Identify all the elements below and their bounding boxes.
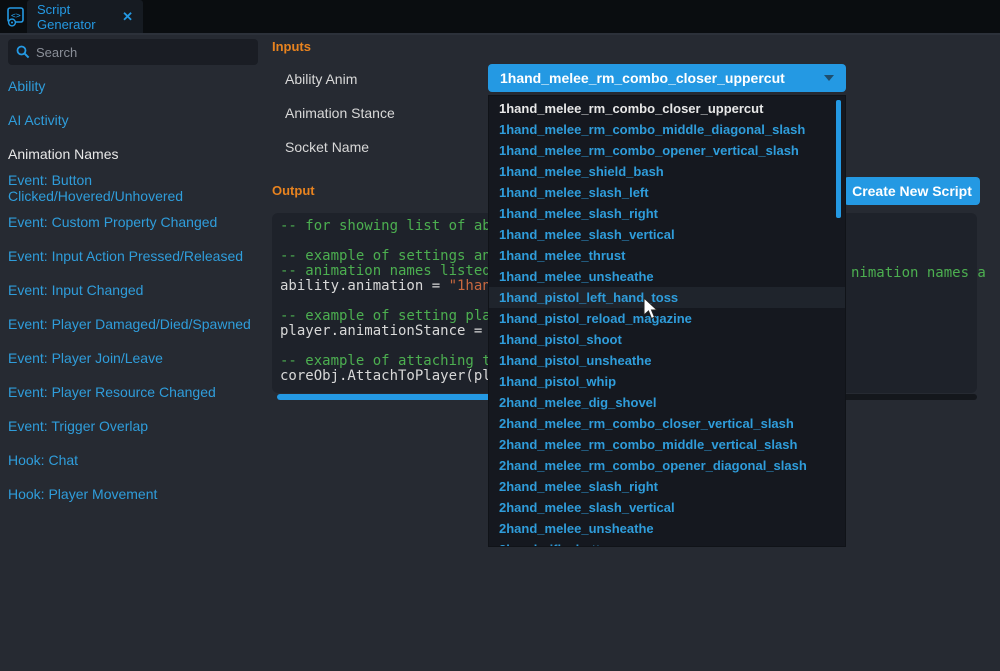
dropdown-option[interactable]: 2hand_melee_rm_combo_middle_vertical_sla… bbox=[489, 434, 845, 455]
sidebar-item[interactable]: Hook: Chat bbox=[8, 443, 260, 477]
dropdown-option[interactable]: 1hand_melee_rm_combo_opener_vertical_sla… bbox=[489, 140, 845, 161]
search-placeholder: Search bbox=[36, 45, 77, 60]
dropdown-scrollbar-thumb[interactable] bbox=[836, 100, 841, 218]
sidebar-item[interactable]: Event: Player Join/Leave bbox=[8, 341, 260, 375]
sidebar-item[interactable]: Event: Custom Property Changed bbox=[8, 205, 260, 239]
dropdown-option[interactable]: 1hand_melee_rm_combo_middle_diagonal_sla… bbox=[489, 119, 845, 140]
dropdown-option[interactable]: 1hand_pistol_shoot bbox=[489, 329, 845, 350]
dropdown-option[interactable]: 1hand_melee_slash_right bbox=[489, 203, 845, 224]
dropdown-option[interactable]: 1hand_melee_slash_left bbox=[489, 182, 845, 203]
dropdown-option[interactable]: 1hand_pistol_left_hand_toss bbox=[489, 287, 845, 308]
field-label-animation-stance: Animation Stance bbox=[285, 105, 395, 121]
search-icon bbox=[16, 45, 30, 59]
sidebar-item[interactable]: AI Activity bbox=[8, 103, 260, 137]
chevron-down-icon bbox=[824, 75, 834, 81]
inputs-header: Inputs bbox=[272, 39, 311, 54]
sidebar-item[interactable]: Event: Trigger Overlap bbox=[8, 409, 260, 443]
dropdown-option[interactable]: 2hand_melee_rm_combo_closer_vertical_sla… bbox=[489, 413, 845, 434]
dropdown-option[interactable]: 2hand_rifle_butt bbox=[489, 539, 845, 547]
output-header: Output bbox=[272, 183, 315, 198]
code-overflow-fragment: nimation names a bbox=[851, 265, 986, 281]
dropdown-option[interactable]: 2hand_melee_dig_shovel bbox=[489, 392, 845, 413]
dropdown-option[interactable]: 1hand_melee_unsheathe bbox=[489, 266, 845, 287]
dropdown-option[interactable]: 2hand_melee_slash_right bbox=[489, 476, 845, 497]
sidebar-list: AbilityAI ActivityAnimation NamesEvent: … bbox=[8, 69, 260, 511]
sidebar-item[interactable]: Ability bbox=[8, 69, 260, 103]
dropdown-option[interactable]: 1hand_melee_shield_bash bbox=[489, 161, 845, 182]
field-label-ability-anim: Ability Anim bbox=[285, 71, 357, 87]
dropdown-selected-value: 1hand_melee_rm_combo_closer_uppercut bbox=[500, 70, 824, 86]
ability-anim-dropdown[interactable]: 1hand_melee_rm_combo_closer_uppercut bbox=[488, 64, 846, 92]
tab-bar: <> Script Generator ✕ bbox=[0, 0, 1000, 35]
dropdown-option[interactable]: 1hand_melee_rm_combo_closer_uppercut bbox=[489, 98, 845, 119]
sidebar-item[interactable]: Event: Player Resource Changed bbox=[8, 375, 260, 409]
tab-title: Script Generator bbox=[37, 2, 115, 32]
dropdown-list: 1hand_melee_rm_combo_closer_uppercut1han… bbox=[488, 95, 846, 547]
mouse-cursor bbox=[643, 297, 659, 321]
dropdown-option[interactable]: 2hand_melee_unsheathe bbox=[489, 518, 845, 539]
sidebar-item[interactable]: Event: Input Changed bbox=[8, 273, 260, 307]
create-new-script-button[interactable]: Create New Script bbox=[844, 177, 980, 205]
sidebar-item[interactable]: Animation Names bbox=[8, 137, 260, 171]
search-input[interactable]: Search bbox=[8, 39, 258, 65]
sidebar-item[interactable]: Event: Input Action Pressed/Released bbox=[8, 239, 260, 273]
dropdown-option[interactable]: 1hand_pistol_unsheathe bbox=[489, 350, 845, 371]
tab-script-generator[interactable]: Script Generator ✕ bbox=[27, 0, 143, 33]
sidebar-item[interactable]: Hook: Player Movement bbox=[8, 477, 260, 511]
field-label-socket-name: Socket Name bbox=[285, 139, 369, 155]
tab-close-icon[interactable]: ✕ bbox=[122, 9, 133, 25]
sidebar-item[interactable]: Event: Player Damaged/Died/Spawned bbox=[8, 307, 260, 341]
dropdown-option[interactable]: 2hand_melee_slash_vertical bbox=[489, 497, 845, 518]
dropdown-option[interactable]: 1hand_melee_slash_vertical bbox=[489, 224, 845, 245]
script-generator-icon: <> bbox=[6, 7, 26, 27]
dropdown-option[interactable]: 2hand_melee_rm_combo_opener_diagonal_sla… bbox=[489, 455, 845, 476]
dropdown-option[interactable]: 1hand_pistol_whip bbox=[489, 371, 845, 392]
dropdown-option[interactable]: 1hand_pistol_reload_magazine bbox=[489, 308, 845, 329]
dropdown-option[interactable]: 1hand_melee_thrust bbox=[489, 245, 845, 266]
sidebar-item[interactable]: Event: Button Clicked/Hovered/Unhovered bbox=[8, 171, 260, 205]
